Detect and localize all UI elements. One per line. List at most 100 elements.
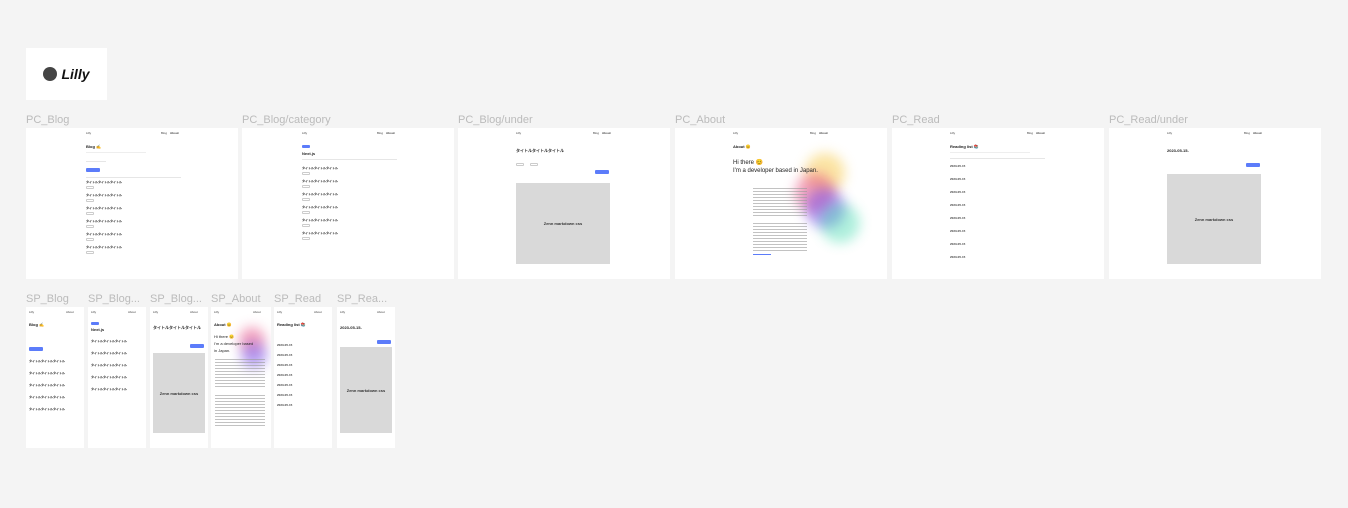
brand[interactable]: Lilly bbox=[950, 131, 955, 135]
post-title[interactable]: タイトルタイトルタイトル bbox=[302, 192, 338, 196]
nav-about[interactable]: About bbox=[377, 310, 385, 314]
tag[interactable] bbox=[86, 212, 94, 215]
frame-pc-read[interactable]: Lilly Blog About Reading list 📚 2023-05-… bbox=[892, 128, 1104, 279]
nav-blog[interactable]: Blog bbox=[810, 131, 816, 135]
brand[interactable]: Lilly bbox=[516, 131, 521, 135]
share-button[interactable] bbox=[595, 170, 609, 174]
read-date[interactable]: 2023-05-15 bbox=[950, 229, 965, 233]
category-button[interactable] bbox=[86, 168, 100, 172]
tag[interactable] bbox=[86, 186, 94, 189]
tag[interactable] bbox=[86, 199, 94, 202]
post-title[interactable]: タイトルタイトルタイトル bbox=[91, 339, 127, 343]
read-date[interactable]: 2023-05-15 bbox=[950, 242, 965, 246]
read-date[interactable]: 2023-05-15 bbox=[950, 164, 965, 168]
read-date[interactable]: 2023-05-15 bbox=[277, 383, 292, 387]
nav-blog[interactable]: Blog bbox=[1244, 131, 1250, 135]
post-title[interactable]: タイトルタイトルタイトル bbox=[86, 206, 122, 210]
post-title[interactable]: タイトルタイトルタイトル bbox=[86, 193, 122, 197]
brand[interactable]: Lilly bbox=[29, 310, 34, 314]
post-title[interactable]: タイトルタイトルタイトル bbox=[29, 383, 65, 387]
read-date[interactable]: 2023-05-15 bbox=[950, 203, 965, 207]
nav-blog[interactable]: Blog bbox=[377, 131, 383, 135]
post-title[interactable]: タイトルタイトルタイトル bbox=[302, 205, 338, 209]
post-title[interactable]: タイトルタイトルタイトル bbox=[91, 351, 127, 355]
brand[interactable]: Lilly bbox=[302, 131, 307, 135]
read-date[interactable]: 2023-05-15 bbox=[277, 343, 292, 347]
frame-sp-blog-under[interactable]: Lilly About タイトルタイトルタイトル Zenn markdown c… bbox=[150, 307, 208, 448]
frame-sp-blog[interactable]: Lilly About Blog ✍ タイトルタイトルタイトル タイトルタイトル… bbox=[26, 307, 84, 448]
tag[interactable] bbox=[302, 172, 310, 175]
post-title[interactable]: タイトルタイトルタイトル bbox=[86, 245, 122, 249]
nav-about[interactable]: About bbox=[314, 310, 322, 314]
post-title[interactable]: タイトルタイトルタイトル bbox=[91, 375, 127, 379]
read-date[interactable]: 2023-05-15 bbox=[277, 403, 292, 407]
nav-about[interactable]: About bbox=[170, 131, 179, 135]
brand[interactable]: Lilly bbox=[214, 310, 219, 314]
post-title[interactable]: タイトルタイトルタイトル bbox=[29, 407, 65, 411]
brand[interactable]: Lilly bbox=[340, 310, 345, 314]
nav-blog[interactable]: Blog bbox=[161, 131, 167, 135]
nav-about[interactable]: About bbox=[602, 131, 611, 135]
read-date[interactable]: 2023-05-15 bbox=[950, 216, 965, 220]
share-button[interactable] bbox=[190, 344, 204, 348]
tag[interactable] bbox=[302, 237, 310, 240]
logo-card[interactable]: Lilly bbox=[26, 48, 107, 100]
tag[interactable] bbox=[86, 251, 94, 254]
post-title[interactable]: タイトルタイトルタイトル bbox=[302, 166, 338, 170]
nav-about[interactable]: About bbox=[1036, 131, 1045, 135]
post-title[interactable]: タイトルタイトルタイトル bbox=[91, 363, 127, 367]
read-date[interactable]: 2023-05-15 bbox=[950, 190, 965, 194]
share-button[interactable] bbox=[1246, 163, 1260, 167]
nav-about[interactable]: About bbox=[386, 131, 395, 135]
tag[interactable] bbox=[302, 185, 310, 188]
nav-about[interactable]: About bbox=[253, 310, 261, 314]
nav-about[interactable]: About bbox=[1253, 131, 1262, 135]
brand[interactable]: Lilly bbox=[153, 310, 158, 314]
read-date[interactable]: 2023-05-15 bbox=[277, 353, 292, 357]
frame-pc-about[interactable]: Lilly Blog About About 😊 Hi there 😊 I'm … bbox=[675, 128, 887, 279]
brand[interactable]: Lilly bbox=[277, 310, 282, 314]
post-title[interactable]: タイトルタイトルタイトル bbox=[29, 371, 65, 375]
post-title[interactable]: タイトルタイトルタイトル bbox=[302, 179, 338, 183]
read-date[interactable]: 2023-05-15 bbox=[950, 177, 965, 181]
tag[interactable] bbox=[302, 224, 310, 227]
tag[interactable] bbox=[86, 238, 94, 241]
brand[interactable]: Lilly bbox=[1167, 131, 1172, 135]
nav-about[interactable]: About bbox=[66, 310, 74, 314]
post-title[interactable]: タイトルタイトルタイトル bbox=[86, 219, 122, 223]
bio-link[interactable] bbox=[753, 254, 771, 255]
brand[interactable]: Lilly bbox=[86, 131, 91, 135]
nav-about[interactable]: About bbox=[819, 131, 828, 135]
frame-pc-blog[interactable]: Lilly Blog About Blog ✍ タイトルタイトルタイトル タイト… bbox=[26, 128, 238, 279]
tag[interactable] bbox=[530, 163, 538, 166]
post-title[interactable]: タイトルタイトルタイトル bbox=[29, 395, 65, 399]
frame-pc-blog-category[interactable]: Lilly Blog About Next.js タイトルタイトルタイトル タイ… bbox=[242, 128, 454, 279]
frame-sp-read-under[interactable]: Lilly About 2023-05-15- Zenn markdown cs… bbox=[337, 307, 395, 448]
post-title[interactable]: タイトルタイトルタイトル bbox=[302, 231, 338, 235]
read-date[interactable]: 2023-05-15 bbox=[277, 373, 292, 377]
category-button[interactable] bbox=[29, 347, 43, 351]
read-date[interactable]: 2023-05-15 bbox=[950, 255, 965, 259]
nav-blog[interactable]: Blog bbox=[1027, 131, 1033, 135]
frame-pc-blog-under[interactable]: Lilly Blog About タイトルタイトルタイトル Zenn markd… bbox=[458, 128, 670, 279]
nav-about[interactable]: About bbox=[128, 310, 136, 314]
tag[interactable] bbox=[302, 198, 310, 201]
post-title[interactable]: タイトルタイトルタイトル bbox=[302, 218, 338, 222]
tag[interactable] bbox=[302, 211, 310, 214]
brand[interactable]: Lilly bbox=[733, 131, 738, 135]
post-title[interactable]: タイトルタイトルタイトル bbox=[91, 387, 127, 391]
read-date[interactable]: 2023-05-15 bbox=[277, 393, 292, 397]
frame-pc-read-under[interactable]: Lilly Blog About 2023-05-15- Zenn markdo… bbox=[1109, 128, 1321, 279]
frame-sp-blog-category[interactable]: Lilly About Next.js タイトルタイトルタイトル タイトルタイト… bbox=[88, 307, 146, 448]
post-title[interactable]: タイトルタイトルタイトル bbox=[86, 232, 122, 236]
nav-blog[interactable]: Blog bbox=[593, 131, 599, 135]
nav-about[interactable]: About bbox=[190, 310, 198, 314]
frame-sp-about[interactable]: Lilly About About 😊 Hi there 😊 I'm a dev… bbox=[211, 307, 271, 448]
tag[interactable] bbox=[516, 163, 524, 166]
read-date[interactable]: 2023-05-15 bbox=[277, 363, 292, 367]
brand[interactable]: Lilly bbox=[91, 310, 96, 314]
post-title[interactable]: タイトルタイトルタイトル bbox=[86, 180, 122, 184]
post-title[interactable]: タイトルタイトルタイトル bbox=[29, 359, 65, 363]
share-button[interactable] bbox=[377, 340, 391, 344]
frame-sp-read[interactable]: Lilly About Reading list 📚 2023-05-15 20… bbox=[274, 307, 332, 448]
